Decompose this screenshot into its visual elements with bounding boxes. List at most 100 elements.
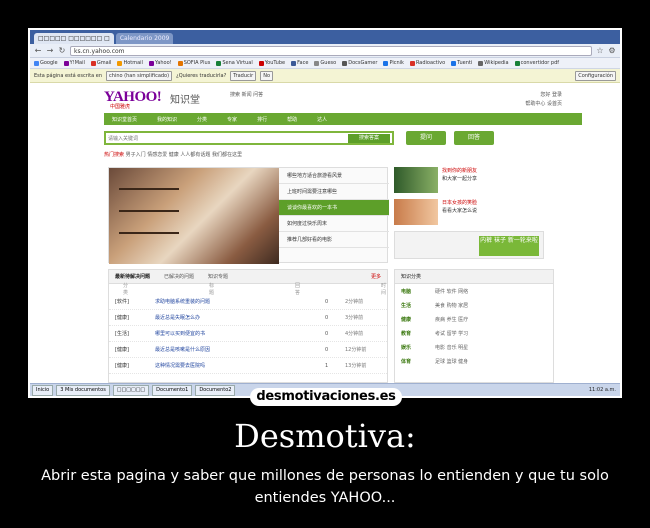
back-icon[interactable]: ←: [34, 46, 42, 55]
translate-config-button[interactable]: Configuración: [575, 70, 616, 81]
top-links[interactable]: 搜索 新闻 问答: [230, 91, 263, 98]
table-row[interactable]: [健康] 最近总是失眠怎么办 0 3分钟前: [109, 310, 387, 326]
category-row[interactable]: 生活 美食 购物 家居: [395, 298, 553, 312]
bookmark[interactable]: Y!Mail: [63, 60, 85, 66]
address-bar[interactable]: ks.cn.yahoo.com: [70, 45, 592, 56]
site-watermark: desmotivaciones.es: [250, 388, 402, 406]
ask-button[interactable]: 提问: [406, 131, 446, 145]
translate-question: ¿Quieres traducirla?: [176, 72, 227, 79]
right-item-title: 找到你的新朋友: [442, 168, 478, 174]
search-button[interactable]: 搜索答案: [348, 134, 390, 143]
translate-message: Esta página está escrita en: [34, 72, 103, 79]
right-item[interactable]: 找到你的新朋友 和大家一起分享: [394, 167, 554, 193]
forward-icon[interactable]: →: [46, 46, 54, 55]
nav-item[interactable]: 排行: [257, 116, 267, 123]
right-item-desc: 看看大家怎么说: [442, 208, 478, 214]
hot-text[interactable]: 男子入门 情感恋爱 健康 人人都有话题 我们都在这里: [126, 152, 242, 158]
bookmark[interactable]: Yahoo!: [148, 60, 172, 66]
categories-panel: 知识分类 电脑 硬件 软件 网络 生活 美食 购物 家居 健康 疾病 养生 医疗 教育…: [394, 269, 554, 383]
right-item-thumb: [394, 199, 438, 225]
category-row[interactable]: 教育 考试 留学 学习: [395, 326, 553, 340]
category-row[interactable]: 健康 疾病 养生 医疗: [395, 312, 553, 326]
taskbar-clock: 11:02 a.m.: [588, 387, 616, 393]
translate-bar: Esta página está escrita en chino (han s…: [30, 69, 620, 83]
featured-question[interactable]: 如何度过快乐周末: [279, 216, 389, 232]
taskbar-item[interactable]: Documento1: [152, 384, 193, 396]
featured-question[interactable]: 推荐几部好看的电影: [279, 232, 389, 248]
language-select[interactable]: chino (han simplificado): [106, 70, 173, 81]
featured-question-list: 哪些地方适合旅游看风景 上班时间需要注意哪些 谈谈你最喜欢的一本书 如何度过快乐…: [279, 168, 389, 248]
promo-banner[interactable]: 内裤 袜子 新一轮来啦: [394, 231, 544, 259]
bookmark[interactable]: YouTube: [258, 60, 285, 66]
screenshot-frame: □□□□□ □□□□□□ □ Calendario 2009 ← → ↻ ks.…: [28, 28, 622, 398]
questions-header: 分类 标题 回答 时间: [123, 283, 387, 296]
yahoo-logo-sub: 中国雅虎: [110, 104, 131, 110]
featured-question[interactable]: 上班时间需要注意哪些: [279, 184, 389, 200]
hot-label: 热门搜索: [104, 152, 125, 158]
right-item-desc: 和大家一起分享: [442, 176, 478, 182]
bookmark[interactable]: Sena Virtual: [216, 60, 253, 66]
featured-question-active[interactable]: 谈谈你最喜欢的一本书: [279, 200, 389, 216]
questions-panel: 最新待解决问题 已解决的问题 知识专题 更多 分类 标题 回答 时间 [软件] …: [108, 269, 388, 383]
table-row[interactable]: [健康] 这种情况需要去医院吗 1 13分钟前: [109, 358, 387, 374]
bookmark[interactable]: Face: [291, 60, 308, 66]
hot-searches: 热门搜索 男子入门 情感恋爱 健康 人人都有话题 我们都在这里: [104, 151, 242, 158]
poster-title: Desmotiva:: [234, 417, 416, 455]
featured-photo[interactable]: [109, 168, 279, 264]
tab-resolved[interactable]: 已解决的问题: [164, 273, 194, 280]
start-button[interactable]: Inicio: [32, 384, 54, 396]
search-input[interactable]: [108, 134, 338, 143]
bookmark[interactable]: SOFIA Plus: [177, 60, 210, 66]
wrench-icon[interactable]: ⚙: [608, 46, 616, 55]
bookmark[interactable]: Picnik: [383, 60, 404, 66]
nav-item[interactable]: 知识堂首页: [112, 116, 137, 123]
right-column: 找到你的新朋友 和大家一起分享 日本女孩的笑脸 看看大家怎么说 内裤 袜子 新一…: [394, 167, 554, 259]
main-nav: 知识堂首页 我的知识 分类 专家 排行 帮助 达人: [104, 113, 582, 125]
nav-item[interactable]: 专家: [227, 116, 237, 123]
bookmark[interactable]: DocsGamer: [342, 60, 377, 66]
no-translate-button[interactable]: No: [260, 70, 274, 81]
reload-icon[interactable]: ↻: [58, 46, 66, 55]
star-icon[interactable]: ☆: [596, 46, 604, 55]
taskbar-item[interactable]: Documento2: [195, 384, 236, 396]
bookmark[interactable]: convertidor pdf: [514, 60, 559, 66]
taskbar-item[interactable]: □□□□□□: [112, 384, 150, 396]
category-row[interactable]: 体育 足球 篮球 健身: [395, 354, 553, 368]
bookmark[interactable]: Wikipedia: [478, 60, 509, 66]
featured-question[interactable]: 哪些地方适合旅游看风景: [279, 168, 389, 184]
tab-strip: □□□□□ □□□□□□ □ Calendario 2009: [30, 30, 620, 44]
product-name: 知识堂: [170, 95, 200, 106]
nav-item[interactable]: 分类: [197, 116, 207, 123]
nav-item[interactable]: 我的知识: [157, 116, 177, 123]
yahoo-page: YAHOO! 中国雅虎 知识堂 搜索 新闻 问答 您好 登录 帮助中心 设首页 …: [30, 83, 620, 383]
bookmark[interactable]: Gmail: [90, 60, 111, 66]
category-row[interactable]: 电脑 硬件 软件 网络: [395, 284, 553, 298]
browser-tab-active[interactable]: □□□□□ □□□□□□ □: [34, 33, 114, 44]
user-link[interactable]: 帮助中心 设首页: [525, 100, 562, 109]
questions-tabs: 最新待解决问题 已解决的问题 知识专题 更多: [109, 270, 387, 284]
bookmarks-bar: Google Y!Mail Gmail Hotmail Yahoo! SOFIA…: [30, 58, 620, 69]
answer-button[interactable]: 回答: [454, 131, 494, 145]
bookmark[interactable]: Tuenti: [451, 60, 472, 66]
taskbar-item[interactable]: 3 Mis documentos: [56, 384, 110, 396]
right-item[interactable]: 日本女孩的笑脸 看看大家怎么说: [394, 199, 554, 225]
nav-bar: ← → ↻ ks.cn.yahoo.com ☆ ⚙: [30, 44, 620, 58]
right-item-thumb: [394, 167, 438, 193]
browser-tab[interactable]: Calendario 2009: [115, 33, 174, 44]
more-link[interactable]: 更多: [371, 273, 381, 280]
table-row[interactable]: [软件] 求助电脑系统重装的问题 0 2分钟前: [109, 294, 387, 310]
table-row[interactable]: [健康] 最近总是咳嗽是什么原因 0 12分钟前: [109, 342, 387, 358]
bookmark[interactable]: Gueso: [314, 60, 336, 66]
translate-button[interactable]: Traducir: [230, 70, 257, 81]
tab-topics[interactable]: 知识专题: [208, 273, 228, 280]
bookmark[interactable]: Hotmail: [117, 60, 143, 66]
nav-item[interactable]: 帮助: [287, 116, 297, 123]
nav-item[interactable]: 达人: [317, 116, 327, 123]
user-link[interactable]: 您好 登录: [525, 91, 562, 100]
bookmark[interactable]: Google: [34, 60, 58, 66]
table-row[interactable]: [生活] 哪里可以买到便宜的书 0 4分钟前: [109, 326, 387, 342]
tab-pending[interactable]: 最新待解决问题: [115, 273, 150, 280]
bookmark[interactable]: Radioactivo: [409, 60, 445, 66]
right-item-title: 日本女孩的笑脸: [442, 200, 478, 206]
category-row[interactable]: 娱乐 电影 音乐 明星: [395, 340, 553, 354]
